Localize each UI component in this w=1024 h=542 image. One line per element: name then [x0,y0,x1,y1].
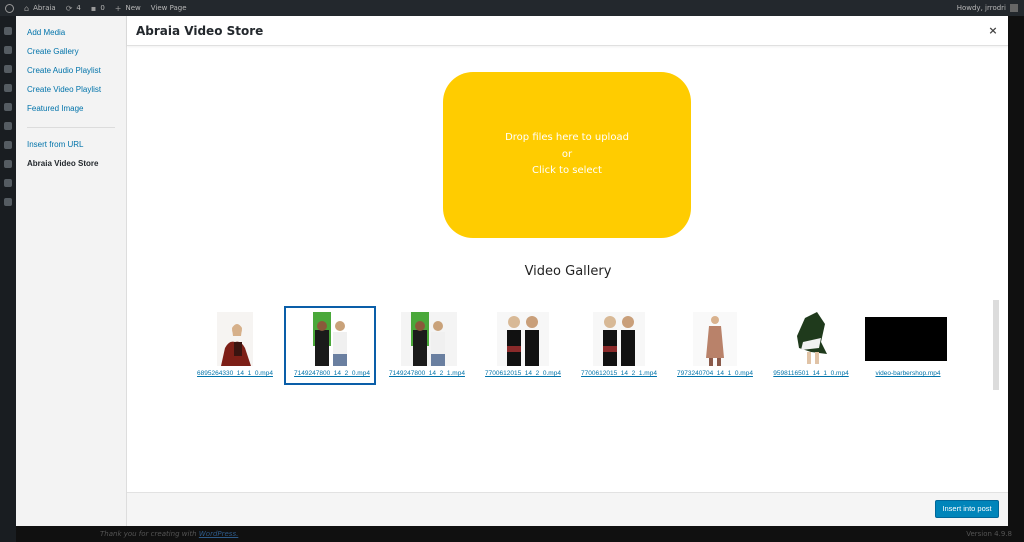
video-filename-link[interactable]: 9598116501_14_1_0.mp4 [759,370,863,377]
settings-icon[interactable] [4,198,12,206]
footer-version: Version 4.9.8 [966,530,1012,538]
video-thumbnail [693,312,737,366]
avatar [1010,4,1018,12]
video-thumbnail [497,312,549,366]
video-item[interactable]: 9598116501_14_1_0.mp4 [765,306,857,385]
dropzone-line-3: Click to select [532,165,602,177]
video-filename-link[interactable]: 6895264330_14_1_0.mp4 [183,370,287,377]
video-item[interactable]: 7700612015_14_2_1.mp4 [573,306,665,385]
video-filename-link[interactable]: 7973240704_14_1_0.mp4 [663,370,767,377]
page-title: Abraia Video Store [136,24,264,38]
video-thumbnail [864,316,948,362]
menu-item-featured-image[interactable]: Featured Image [16,100,126,119]
appearance-icon[interactable] [4,122,12,130]
video-thumbnail [791,312,831,366]
tools-icon[interactable] [4,179,12,187]
video-thumbnail [401,312,457,366]
pages-icon[interactable] [4,84,12,92]
video-thumbnail [593,312,645,366]
admin-bar: ⌂ Abraia ⟳ 4 ▪ 0 + New View Page Howdy, jrro… [0,0,1024,16]
pin-icon[interactable] [4,46,12,54]
media-menu: Add Media Create Gallery Create Audio Pl… [16,16,127,526]
modal-title-bar: Abraia Video Store × [127,16,1008,46]
media-frame: Abraia Video Store × Drop files here to … [127,16,1008,526]
menu-item-add-media[interactable]: Add Media [16,24,126,43]
dropzone-line-2: or [561,148,573,160]
footer-thanks: Thank you for creating with WordPress. [100,530,239,538]
video-filename-link[interactable]: 7700612015_14_2_0.mp4 [471,370,575,377]
menu-separator [27,127,115,128]
comments-icon[interactable] [4,103,12,111]
view-page-link[interactable]: View Page [146,0,192,16]
refresh-icon: ⟳ [65,3,73,13]
video-item[interactable]: video-barbershop.mp4 [862,306,954,385]
video-thumbnail [217,312,253,366]
video-thumbnail [313,312,349,366]
gallery-scrollbar[interactable] [993,300,999,390]
menu-item-create-audio-playlist[interactable]: Create Audio Playlist [16,62,126,81]
comment-icon: ▪ [90,3,97,13]
wordpress-link[interactable]: WordPress. [199,530,238,538]
comments-link[interactable]: ▪ 0 [86,0,110,16]
updates-link[interactable]: ⟳ 4 [61,0,86,16]
video-filename-link[interactable]: 7149247800_14_2_1.mp4 [375,370,479,377]
new-content-link[interactable]: + New [110,0,146,16]
video-filename-link[interactable]: video-barbershop.mp4 [856,370,960,377]
menu-item-abraia-video-store[interactable]: Abraia Video Store [16,155,126,174]
menu-item-create-gallery[interactable]: Create Gallery [16,43,126,62]
video-item[interactable]: 7149247800_14_2_1.mp4 [381,306,473,385]
account-menu[interactable]: Howdy, jrrodri [952,0,1024,16]
plugins-icon[interactable] [4,141,12,149]
users-icon[interactable] [4,160,12,168]
video-gallery: 6895264330_14_1_0.mp4 7149247800_14_2_0.… [133,306,1003,394]
video-item[interactable]: 7973240704_14_1_0.mp4 [669,306,761,385]
gallery-title: Video Gallery [524,264,612,279]
video-item[interactable]: 6895264330_14_1_0.mp4 [189,306,281,385]
dropzone-line-1: Drop files here to upload [505,132,629,144]
media-icon[interactable] [4,65,12,73]
insert-into-post-button[interactable]: Insert into post [935,500,999,518]
home-icon: ⌂ [24,3,30,13]
media-modal: Add Media Create Gallery Create Audio Pl… [16,16,1008,526]
close-icon[interactable]: × [986,24,1000,38]
menu-item-insert-from-url[interactable]: Insert from URL [16,136,126,155]
wordpress-logo-icon[interactable] [0,0,19,16]
video-filename-link[interactable]: 7149247800_14_2_0.mp4 [280,370,384,377]
menu-item-create-video-playlist[interactable]: Create Video Playlist [16,81,126,100]
dashboard-icon[interactable] [4,27,12,35]
video-item-selected[interactable]: 7149247800_14_2_0.mp4 [284,306,376,385]
upload-dropzone[interactable]: Drop files here to upload or Click to se… [443,72,691,238]
media-toolbar: Insert into post [127,492,1008,526]
video-filename-link[interactable]: 7700612015_14_2_1.mp4 [567,370,671,377]
video-store-content: Drop files here to upload or Click to se… [133,56,1003,488]
admin-footer: Thank you for creating with WordPress. V… [88,526,1024,542]
admin-sidebar [0,16,16,542]
site-name-link[interactable]: ⌂ Abraia [19,0,61,16]
video-item[interactable]: 7700612015_14_2_0.mp4 [477,306,569,385]
plus-icon: + [114,3,122,13]
